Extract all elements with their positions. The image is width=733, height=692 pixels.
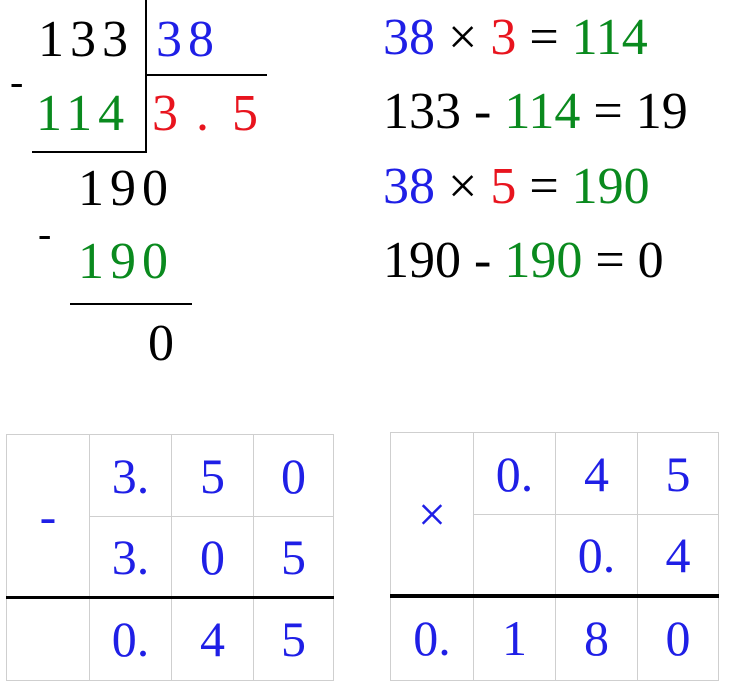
sub-operator: -	[39, 488, 57, 544]
mul-res-c2: 8	[555, 595, 638, 681]
sub-res-c3: 5	[253, 597, 334, 681]
minus-sign-1: -	[10, 59, 24, 104]
sub-r2-c2: 0	[171, 516, 254, 598]
mul-r1-c2: 4	[555, 432, 638, 515]
division-line-2	[70, 303, 192, 305]
equation-3: 38 × 5 = 190	[383, 161, 650, 213]
remainder-1: 190	[78, 160, 174, 217]
eq4-b: 190	[504, 232, 583, 289]
subtrahend-2: 190	[78, 233, 174, 290]
eq2-b: 114	[504, 83, 581, 140]
subtrahend-1: 114	[36, 85, 131, 142]
mul-res-c0: 0.	[390, 595, 474, 681]
eq4-r: 0	[637, 232, 664, 289]
division-bracket-vertical	[145, 0, 147, 152]
sub-r1-c1: 3.	[89, 434, 172, 517]
eq3-b: 5	[490, 158, 517, 215]
eq1-a: 38	[383, 9, 435, 66]
mul-res-c1: 1	[473, 595, 556, 681]
sub-res-c2: 4	[171, 597, 254, 681]
eq3-eq: =	[529, 158, 559, 215]
equation-1: 38 × 3 = 114	[383, 12, 648, 64]
eq3-r: 190	[571, 158, 650, 215]
mul-r2-c1	[473, 514, 556, 596]
quotient-dot: .	[196, 85, 209, 142]
eq1-op: ×	[448, 9, 478, 66]
mul-r1-c3: 5	[637, 432, 719, 515]
mul-res-c3: 0	[637, 595, 719, 681]
quotient-digit-1: 3	[152, 85, 178, 142]
mul-operator-cell: ×	[390, 432, 474, 596]
sub-r2-c3: 5	[253, 516, 334, 598]
equation-2: 133 - 114 = 19	[383, 86, 688, 138]
eq2-op: -	[474, 83, 492, 140]
mul-operator: ×	[417, 486, 447, 542]
dividend: 133	[38, 11, 134, 68]
mul-result-line	[390, 594, 719, 598]
remainder-2: 0	[148, 315, 174, 372]
quotient-digit-2: 5	[232, 85, 258, 142]
mul-r2-c3: 4	[637, 514, 719, 596]
sub-r2-c1: 3.	[89, 516, 172, 598]
eq2-r: 19	[635, 83, 688, 140]
division-line-1	[32, 151, 147, 153]
eq4-eq: =	[595, 232, 625, 289]
mul-r1-c1: 0.	[473, 432, 556, 515]
eq2-a: 133	[383, 83, 461, 140]
divisor: 38	[156, 11, 220, 68]
eq3-a: 38	[383, 158, 435, 215]
minus-sign-2: -	[38, 211, 52, 256]
eq1-eq: =	[529, 9, 559, 66]
eq1-b: 3	[490, 9, 517, 66]
eq4-a: 190	[383, 232, 461, 289]
equation-4: 190 - 190 = 0	[383, 235, 664, 287]
sub-r1-c2: 5	[171, 434, 254, 517]
eq4-op: -	[474, 232, 492, 289]
eq2-eq: =	[593, 83, 623, 140]
eq1-r: 114	[571, 9, 648, 66]
sub-res-c1: 0.	[89, 597, 172, 681]
sub-r1-c3: 0	[253, 434, 334, 517]
sub-result-empty	[6, 597, 90, 681]
mul-r2-c2: 0.	[555, 514, 638, 596]
eq3-op: ×	[448, 158, 478, 215]
sub-result-line	[6, 596, 334, 599]
sub-operator-cell: -	[6, 434, 90, 598]
division-bracket-horizontal	[145, 74, 267, 76]
